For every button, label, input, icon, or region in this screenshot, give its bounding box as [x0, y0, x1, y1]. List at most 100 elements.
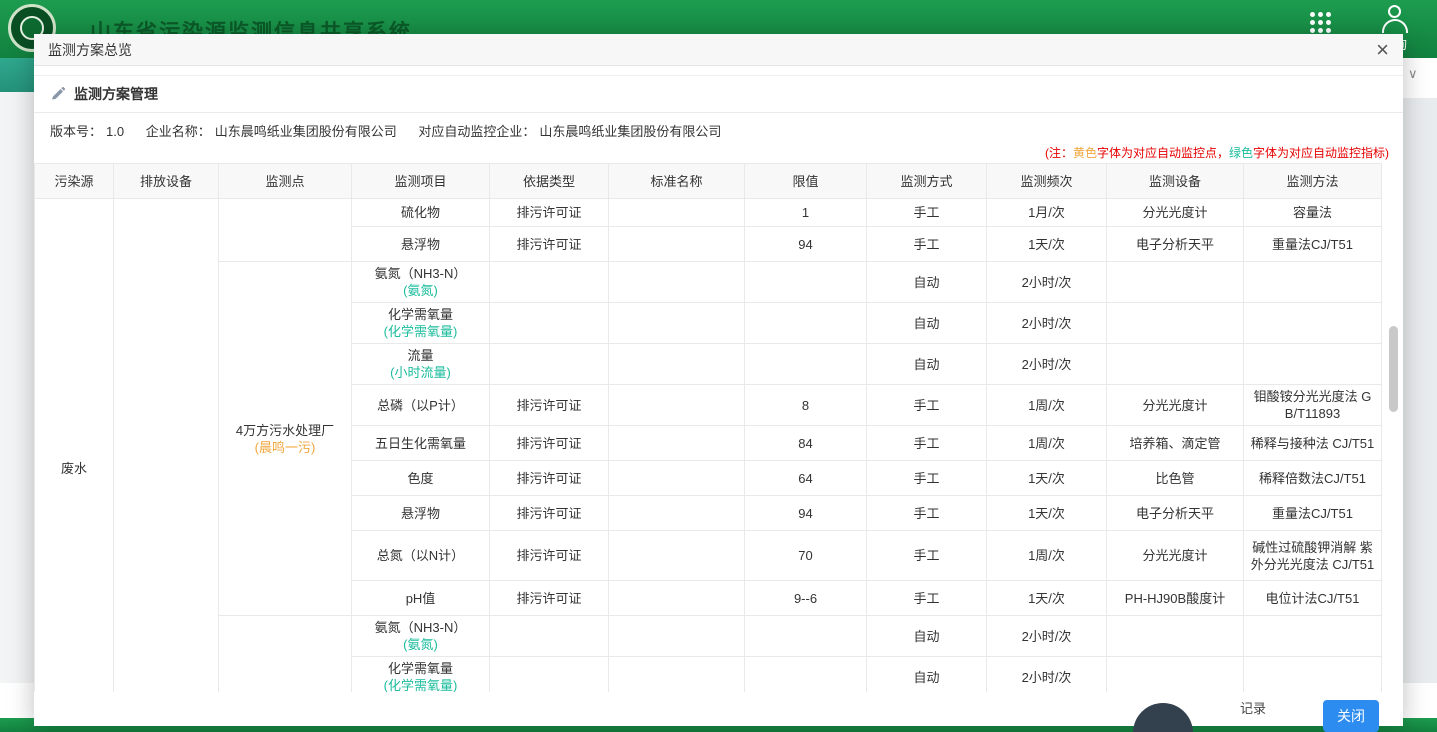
cell-method [1244, 616, 1382, 657]
cell-pollution-source: 废水 [35, 199, 114, 693]
cell-device [1107, 344, 1244, 385]
cell-item: 氨氮（NH3-N） (氨氮) [352, 616, 490, 657]
cell-standard [609, 426, 745, 461]
company-label: 企业名称： [146, 124, 211, 139]
cell-basis: 排污许可证 [490, 581, 609, 616]
cell-basis [490, 657, 609, 693]
cell-method: 稀释倍数法CJ/T51 [1244, 461, 1382, 496]
cell-mode: 自动 [867, 262, 987, 303]
cell-limit [745, 262, 867, 303]
legend-green: 绿色 [1229, 146, 1253, 160]
cell-device [1107, 303, 1244, 344]
cell-item: 总氮（以N计） [352, 531, 490, 581]
item-auto-indicator: (氨氮) [356, 282, 485, 299]
cell-device: PH-HJ90B酸度计 [1107, 581, 1244, 616]
color-legend-note: (注：黄色字体为对应自动监控点，绿色字体为对应自动监控指标) [1045, 144, 1389, 161]
plan-info: 版本号：1.0 企业名称：山东晨鸣纸业集团股份有限公司 对应自动监控企业：山东晨… [50, 121, 725, 140]
section-bar: 监测方案管理 [34, 75, 1403, 113]
cell-method: 稀释与接种法 CJ/T51 [1244, 426, 1382, 461]
point-auto-label: (晨鸣一污) [223, 439, 347, 456]
cell-method [1244, 657, 1382, 693]
cell-freq: 1天/次 [987, 227, 1107, 262]
chevron-down-icon[interactable]: ∨ [1408, 66, 1418, 82]
cell-method: 碱性过硫酸钾消解 紫外分光光度法 CJ/T51 [1244, 531, 1382, 581]
cell-freq: 2小时/次 [987, 657, 1107, 693]
company-value: 山东晨鸣纸业集团股份有限公司 [215, 124, 397, 139]
cell-device: 分光光度计 [1107, 531, 1244, 581]
cell-mode: 手工 [867, 581, 987, 616]
cell-freq: 1天/次 [987, 461, 1107, 496]
cell-limit: 8 [745, 385, 867, 426]
item-auto-indicator: (氨氮) [356, 636, 485, 653]
cell-limit: 70 [745, 531, 867, 581]
cell-mode: 自动 [867, 344, 987, 385]
cell-device: 分光光度计 [1107, 385, 1244, 426]
cell-method [1244, 344, 1382, 385]
cell-limit: 9--6 [745, 581, 867, 616]
cell-freq: 1周/次 [987, 531, 1107, 581]
cell-device: 电子分析天平 [1107, 496, 1244, 531]
user-query-icon[interactable] [1378, 2, 1412, 36]
cell-method: 重量法CJ/T51 [1244, 496, 1382, 531]
monitoring-plan-modal: 监测方案总览 × 监测方案管理 版本号：1.0 企业名称：山东晨鸣纸业集团股份有… [34, 34, 1403, 726]
close-icon[interactable]: × [1376, 40, 1389, 60]
cell-standard [609, 344, 745, 385]
item-auto-indicator: (化学需氧量) [356, 323, 485, 340]
cell-device: 比色管 [1107, 461, 1244, 496]
col-monitor-mode: 监测方式 [867, 164, 987, 199]
cell-item: 总磷（以P计） [352, 385, 490, 426]
table-header-row: 污染源 排放设备 监测点 监测项目 依据类型 标准名称 限值 监测方式 监测频次… [35, 164, 1382, 199]
cell-basis [490, 262, 609, 303]
version-label: 版本号： [50, 124, 102, 139]
cell-standard [609, 385, 745, 426]
col-basis-type: 依据类型 [490, 164, 609, 199]
cell-standard [609, 199, 745, 227]
cell-method: 钼酸铵分光光度法 GB/T11893 [1244, 385, 1382, 426]
col-monitor-device: 监测设备 [1107, 164, 1244, 199]
cell-standard [609, 227, 745, 262]
vertical-scrollbar-thumb[interactable] [1389, 326, 1398, 412]
cell-basis: 排污许可证 [490, 426, 609, 461]
cell-item: 化学需氧量 (化学需氧量) [352, 657, 490, 693]
right-panel [1403, 98, 1437, 718]
cell-basis: 排污许可证 [490, 227, 609, 262]
col-pollution-source: 污染源 [35, 164, 114, 199]
cell-standard [609, 303, 745, 344]
cell-mode: 手工 [867, 496, 987, 531]
cell-item: 悬浮物 [352, 227, 490, 262]
cell-mode: 手工 [867, 227, 987, 262]
cell-basis [490, 303, 609, 344]
close-button[interactable]: 关闭 [1323, 700, 1379, 732]
cell-device: 培养箱、滴定管 [1107, 426, 1244, 461]
cell-limit: 94 [745, 227, 867, 262]
cell-device: 分光光度计 [1107, 199, 1244, 227]
cell-item: 化学需氧量 (化学需氧量) [352, 303, 490, 344]
cell-mode: 自动 [867, 657, 987, 693]
cell-limit [745, 344, 867, 385]
cell-freq: 1天/次 [987, 496, 1107, 531]
modal-title: 监测方案总览 [48, 40, 132, 60]
cell-basis [490, 344, 609, 385]
item-auto-indicator: (小时流量) [356, 364, 485, 381]
pencil-icon [50, 86, 66, 102]
table-row: 废水 硫化物 排污许可证 1 手工 1月/次 分光光度计 容量法 [35, 199, 1382, 227]
monitoring-table: 污染源 排放设备 监测点 监测项目 依据类型 标准名称 限值 监测方式 监测频次… [34, 163, 1382, 692]
cell-basis: 排污许可证 [490, 496, 609, 531]
section-title: 监测方案管理 [74, 84, 158, 104]
col-monitor-freq: 监测频次 [987, 164, 1107, 199]
cell-basis: 排污许可证 [490, 531, 609, 581]
modal-footer: 关闭 [34, 692, 1403, 732]
apps-grid-icon[interactable] [1306, 8, 1334, 36]
cell-device [1107, 657, 1244, 693]
col-standard-name: 标准名称 [609, 164, 745, 199]
cell-freq: 2小时/次 [987, 616, 1107, 657]
cell-item: pH值 [352, 581, 490, 616]
auto-company-value: 山东晨鸣纸业集团股份有限公司 [539, 124, 721, 139]
point-name: 4万方污水处理厂 [223, 422, 347, 439]
legend-yellow: 黄色 [1073, 146, 1097, 160]
cell-limit [745, 657, 867, 693]
cell-freq: 2小时/次 [987, 262, 1107, 303]
col-monitor-method: 监测方法 [1244, 164, 1382, 199]
cell-item: 流量 (小时流量) [352, 344, 490, 385]
cell-mode: 手工 [867, 531, 987, 581]
